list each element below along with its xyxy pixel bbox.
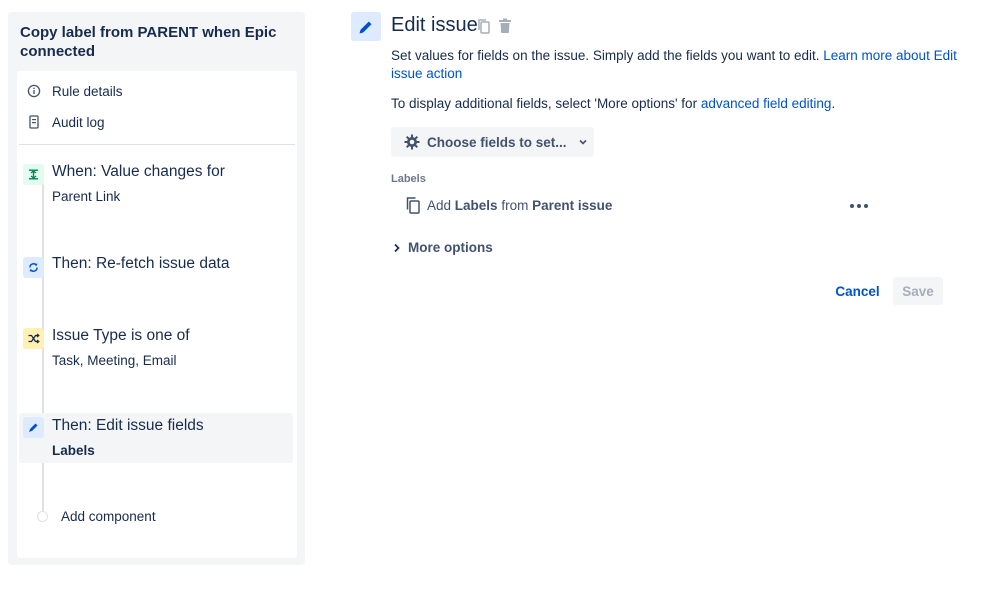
component-subtitle: Labels xyxy=(52,443,95,458)
label-row-prefix: Add xyxy=(427,197,452,213)
label-row-source: Parent issue xyxy=(532,197,613,213)
label-row-field: Labels xyxy=(454,197,498,213)
condition-icon xyxy=(23,328,44,349)
description-text: Set values for fields on the issue. Simp… xyxy=(391,48,824,63)
audit-log-label: Audit log xyxy=(52,114,105,130)
trash-icon[interactable] xyxy=(496,17,514,35)
component-title: Issue Type is one of xyxy=(52,327,190,344)
component-title: When: Value changes for xyxy=(52,163,225,180)
component-subtitle: Task, Meeting, Email xyxy=(52,353,177,368)
rule-details-label: Rule details xyxy=(52,83,123,99)
component-title: Then: Edit issue fields xyxy=(52,417,204,434)
copy-icon[interactable] xyxy=(475,17,493,35)
label-field-row: Add Labels from Parent issue xyxy=(405,196,612,214)
add-component-button[interactable]: Add component xyxy=(37,509,156,524)
component-edit-issue[interactable]: Then: Edit issue fields Labels xyxy=(19,413,293,463)
add-component-circle-icon xyxy=(37,511,48,522)
hint: To display additional fields, select 'Mo… xyxy=(391,95,961,113)
rule-component-list: Rule details Audit log When: Value chang… xyxy=(17,71,297,558)
component-title: Then: Re-fetch issue data xyxy=(52,255,230,272)
choose-fields-button[interactable]: Choose fields to set... xyxy=(391,127,594,157)
choose-fields-label: Choose fields to set... xyxy=(427,134,567,150)
refresh-icon xyxy=(23,257,44,278)
chevron-down-icon xyxy=(576,135,590,149)
hint-end: . xyxy=(831,96,836,111)
component-subtitle: Parent Link xyxy=(52,189,121,204)
component-refetch[interactable]: Then: Re-fetch issue data xyxy=(19,253,293,281)
document-icon xyxy=(27,115,41,129)
more-actions-icon[interactable] xyxy=(848,198,870,214)
description: Set values for fields on the issue. Simp… xyxy=(391,47,961,83)
rule-sidebar: Copy label from PARENT when Epic connect… xyxy=(8,12,305,565)
more-options-toggle[interactable]: More options xyxy=(392,240,493,255)
copy-icon xyxy=(405,196,421,214)
add-component-label: Add component xyxy=(61,509,156,524)
rule-details-link[interactable]: Rule details xyxy=(27,81,123,101)
trigger-icon xyxy=(23,164,44,185)
save-button[interactable]: Save xyxy=(893,277,943,305)
advanced-field-editing-link[interactable]: advanced field editing xyxy=(701,96,832,111)
info-icon xyxy=(27,84,41,98)
page-title: Edit issue xyxy=(391,14,478,36)
rule-title: Copy label from PARENT when Epic connect… xyxy=(20,24,277,60)
more-options-label: More options xyxy=(408,240,493,255)
field-section-label: Labels xyxy=(391,173,426,185)
cancel-button[interactable]: Cancel xyxy=(829,277,886,305)
hint-text: To display additional fields, select 'Mo… xyxy=(391,96,701,111)
pencil-icon xyxy=(23,417,44,438)
gear-icon xyxy=(403,133,421,151)
label-row-middle: from xyxy=(501,197,529,213)
chevron-right-icon xyxy=(392,242,402,254)
component-trigger[interactable]: When: Value changes for Parent Link xyxy=(19,161,293,209)
component-condition[interactable]: Issue Type is one of Task, Meeting, Emai… xyxy=(19,325,293,373)
divider xyxy=(19,144,295,145)
pencil-icon xyxy=(351,12,381,41)
audit-log-link[interactable]: Audit log xyxy=(27,112,105,132)
